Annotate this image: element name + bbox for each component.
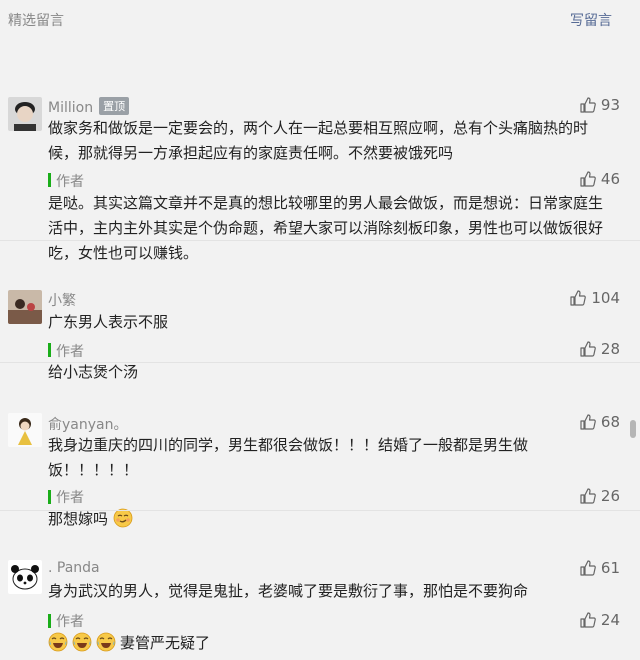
comment-text: 做家务和做饭是一定要会的，两个人在一起总要相互照应啊，总有个头痛脑热的时候，那就… (48, 119, 589, 162)
author-reply-marker (48, 490, 51, 504)
comment-nickname: 小繁 (48, 293, 76, 309)
pinned-badge: 置顶 (99, 97, 130, 115)
thumbs-up-icon (579, 96, 597, 114)
comment-text: 广东男人表示不服 (48, 313, 169, 331)
tears-of-joy-emoji-icon (96, 632, 116, 652)
like-count: 26 (600, 487, 620, 505)
divider (0, 240, 640, 241)
comment-nickname: 俞yanyan。 (48, 417, 128, 433)
author-reply-marker (48, 614, 51, 628)
thumbs-up-icon (579, 487, 597, 505)
comment-nickname: . Panda (48, 560, 100, 576)
like-button[interactable]: 93 (579, 96, 620, 114)
thumbs-up-icon (579, 611, 597, 629)
like-button[interactable]: 104 (569, 289, 620, 307)
section-title: 精选留言 (8, 13, 64, 29)
avatar[interactable] (8, 413, 42, 447)
like-count: 68 (600, 413, 620, 431)
reply-author-label: 作者 (56, 614, 84, 630)
reply-like-button[interactable]: 28 (579, 340, 620, 358)
like-count: 24 (600, 611, 620, 629)
divider (0, 510, 640, 511)
scrollbar-thumb[interactable] (630, 420, 636, 438)
author-reply-marker (48, 343, 51, 357)
like-count: 104 (591, 289, 620, 307)
like-button[interactable]: 68 (579, 413, 620, 431)
header: 精选留言 写留言 (0, 0, 640, 38)
thumbs-up-icon (569, 289, 587, 307)
thumbs-up-icon (579, 413, 597, 431)
tears-of-joy-emoji-icon (48, 632, 68, 652)
reply-like-button[interactable]: 24 (579, 611, 620, 629)
thumbs-up-icon (579, 340, 597, 358)
write-comment-link[interactable]: 写留言 (570, 10, 612, 30)
tears-of-joy-emoji-icon (72, 632, 92, 652)
reply-text: 妻管严无疑了 (48, 631, 608, 656)
avatar[interactable] (8, 560, 42, 594)
avatar[interactable] (8, 97, 42, 131)
thumbs-up-icon (579, 559, 597, 577)
comment-text: 我身边重庆的四川的同学，男生都很会做饭！！！结婚了一般都是男生做饭！！！！！ (48, 436, 529, 479)
smirk-emoji-icon (113, 508, 133, 528)
reply-text: 是哒。其实这篇文章并不是真的想比较哪里的男人最会做饭，而是想说：日常家庭生活中，… (48, 194, 604, 262)
comment-text: 身为武汉的男人，觉得是鬼扯，老婆喊了要是敷衍了事，那怕是不要狗命 (48, 582, 529, 600)
avatar[interactable] (8, 290, 42, 324)
reply-author-label: 作者 (56, 344, 84, 360)
reply-author-label: 作者 (56, 174, 84, 190)
like-count: 28 (600, 340, 620, 358)
reply-like-button[interactable]: 46 (579, 170, 620, 188)
reply-text: 给小志煲个汤 (48, 363, 139, 381)
reply-author-label: 作者 (56, 490, 84, 506)
thumbs-up-icon (579, 170, 597, 188)
like-button[interactable]: 61 (579, 559, 620, 577)
divider (0, 362, 640, 363)
author-reply-marker (48, 173, 51, 187)
like-count: 61 (600, 559, 620, 577)
like-count: 46 (600, 170, 620, 188)
comment-nickname: Million 置顶 (48, 97, 130, 116)
reply-like-button[interactable]: 26 (579, 487, 620, 505)
like-count: 93 (600, 96, 620, 114)
